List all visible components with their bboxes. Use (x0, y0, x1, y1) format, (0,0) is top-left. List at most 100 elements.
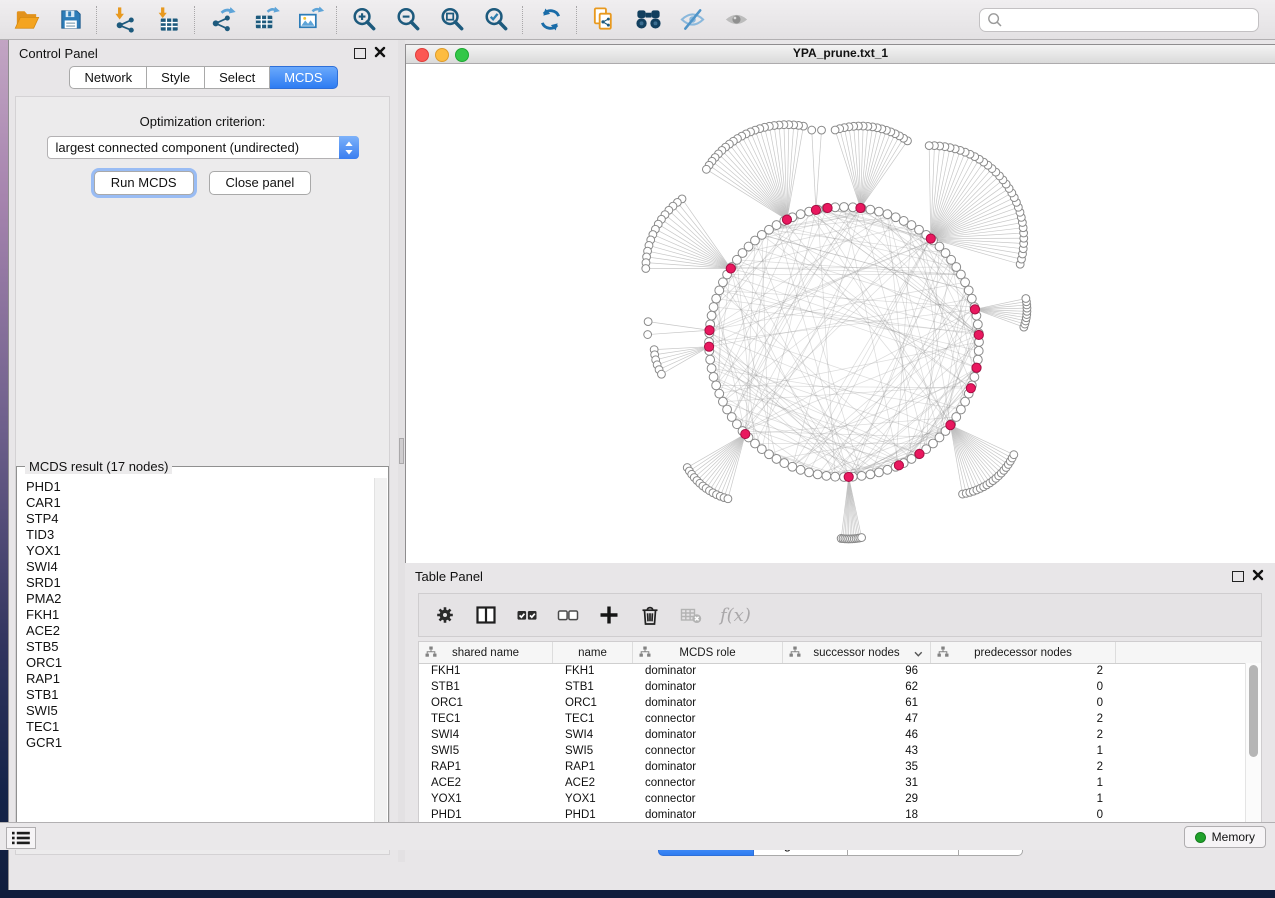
network-node[interactable] (709, 373, 718, 382)
unselect-all-columns-icon[interactable] (556, 603, 580, 627)
network-node[interactable] (866, 205, 875, 214)
table-cell[interactable]: 47 (783, 711, 931, 727)
table-row[interactable]: STB1STB1dominator620 (419, 679, 1246, 695)
dominator-node[interactable] (844, 472, 853, 481)
mcds-list-item[interactable]: PHD1 (26, 479, 388, 495)
table-scrollbar[interactable] (1245, 663, 1261, 829)
table-cell[interactable]: dominator (633, 759, 783, 775)
network-node[interactable] (788, 462, 797, 471)
table-cell[interactable]: RAP1 (553, 759, 633, 775)
task-history-button[interactable] (6, 827, 36, 849)
table-cell[interactable]: 2 (931, 727, 1116, 743)
table-cell[interactable]: ACE2 (419, 775, 553, 791)
mcds-list-item[interactable]: FKH1 (26, 607, 388, 623)
table-cell[interactable]: connector (633, 775, 783, 791)
dominator-node[interactable] (823, 203, 832, 212)
network-node[interactable] (706, 355, 715, 364)
network-node[interactable] (805, 468, 814, 477)
mcds-list-item[interactable]: TID3 (26, 527, 388, 543)
network-node[interactable] (658, 370, 666, 378)
network-node[interactable] (724, 495, 732, 503)
table-cell[interactable]: 96 (783, 663, 931, 679)
table-cell[interactable]: 18 (783, 807, 931, 823)
mcds-list-item[interactable]: TEC1 (26, 719, 388, 735)
network-node[interactable] (831, 472, 840, 481)
table-scrollbar-thumb[interactable] (1249, 665, 1258, 757)
network-node[interactable] (858, 534, 866, 542)
network-node[interactable] (644, 318, 652, 326)
table-cell[interactable]: 43 (783, 743, 931, 759)
table-cell[interactable]: 1 (931, 775, 1116, 791)
add-column-icon[interactable] (597, 603, 621, 627)
close-panel-icon[interactable] (374, 46, 386, 58)
toggle-panes-icon[interactable] (474, 603, 498, 627)
select-all-columns-icon[interactable] (515, 603, 539, 627)
table-cell[interactable]: STB1 (419, 679, 553, 695)
close-window-icon[interactable] (415, 48, 429, 62)
network-node[interactable] (967, 294, 976, 303)
table-cell[interactable]: ORC1 (553, 695, 633, 711)
mcds-list-item[interactable]: YOX1 (26, 543, 388, 559)
network-node[interactable] (891, 213, 900, 222)
table-cell[interactable]: SWI5 (419, 743, 553, 759)
tab-select[interactable]: Select (205, 66, 270, 89)
mcds-list-item[interactable]: ACE2 (26, 623, 388, 639)
column-header-MCDS-role[interactable]: MCDS role (633, 642, 783, 663)
table-cell[interactable]: dominator (633, 663, 783, 679)
mcds-list-item[interactable]: GCR1 (26, 735, 388, 751)
network-node[interactable] (702, 165, 710, 173)
network-node[interactable] (813, 470, 822, 479)
table-cell[interactable]: 0 (931, 807, 1116, 823)
network-node[interactable] (715, 389, 724, 398)
table-cell[interactable]: 29 (783, 791, 931, 807)
splitter-handle[interactable] (399, 438, 404, 464)
table-row[interactable]: PHD1PHD1dominator180 (419, 807, 1246, 823)
table-cell[interactable]: 0 (931, 679, 1116, 695)
table-cell[interactable]: SWI5 (553, 743, 633, 759)
mcds-list-item[interactable]: PMA2 (26, 591, 388, 607)
table-cell[interactable]: 2 (931, 663, 1116, 679)
table-cell[interactable]: 2 (931, 711, 1116, 727)
column-header-shared-name[interactable]: shared name (419, 642, 553, 663)
minimize-window-icon[interactable] (435, 48, 449, 62)
table-cell[interactable]: STB1 (553, 679, 633, 695)
table-cell[interactable]: dominator (633, 695, 783, 711)
mcds-list-item[interactable]: CAR1 (26, 495, 388, 511)
search-field[interactable] (979, 8, 1259, 32)
table-cell[interactable]: 31 (783, 775, 931, 791)
table-cell[interactable]: 1 (931, 791, 1116, 807)
table-cell[interactable]: 2 (931, 759, 1116, 775)
network-node[interactable] (719, 278, 728, 287)
table-cell[interactable]: connector (633, 791, 783, 807)
mcds-list-item[interactable]: SRD1 (26, 575, 388, 591)
table-cell[interactable]: PHD1 (419, 807, 553, 823)
table-row[interactable]: ORC1ORC1dominator610 (419, 695, 1246, 711)
network-node[interactable] (1010, 451, 1018, 459)
table-cell[interactable]: dominator (633, 807, 783, 823)
zoom-out-icon[interactable] (392, 4, 424, 36)
dominator-node[interactable] (811, 205, 820, 214)
table-cell[interactable]: 1 (931, 743, 1116, 759)
table-cell[interactable]: dominator (633, 727, 783, 743)
table-cell[interactable]: 35 (783, 759, 931, 775)
network-node[interactable] (831, 126, 839, 134)
search-binoculars-icon[interactable] (632, 4, 664, 36)
table-cell[interactable]: PHD1 (553, 807, 633, 823)
network-graph[interactable] (406, 64, 1275, 563)
network-node[interactable] (840, 203, 849, 212)
network-node[interactable] (866, 470, 875, 479)
network-node[interactable] (875, 468, 884, 477)
network-node[interactable] (642, 265, 650, 273)
search-input[interactable] (1003, 10, 1258, 30)
table-cell[interactable]: 61 (783, 695, 931, 711)
table-cell[interactable]: dominator (633, 679, 783, 695)
mcds-list-item[interactable]: STB5 (26, 639, 388, 655)
dominator-node[interactable] (974, 330, 983, 339)
table-cell[interactable]: TEC1 (419, 711, 553, 727)
network-node[interactable] (875, 207, 884, 216)
network-node[interactable] (796, 210, 805, 219)
network-node[interactable] (796, 465, 805, 474)
zoom-in-icon[interactable] (348, 4, 380, 36)
network-node[interactable] (883, 465, 892, 474)
dominator-node[interactable] (856, 203, 865, 212)
